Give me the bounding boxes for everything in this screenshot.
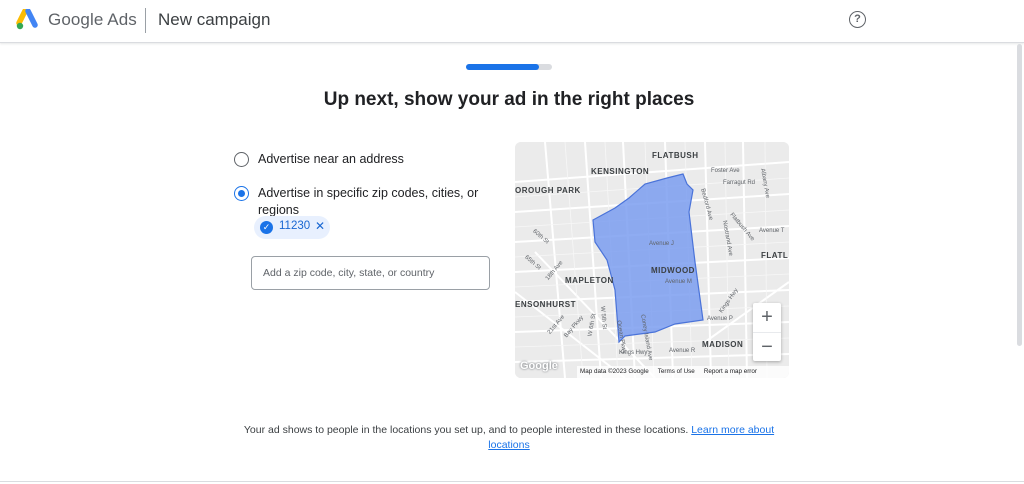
- location-search-input[interactable]: [251, 256, 490, 290]
- location-chip-label: 11230: [279, 220, 311, 232]
- map-label-mapleton: MAPLETON: [565, 276, 614, 285]
- option-label-specific-locations: Advertise in specific zip codes, cities,…: [258, 186, 479, 217]
- step-headline: Up next, show your ad in the right place…: [323, 89, 695, 110]
- map-label-borough-park: OROUGH PARK: [515, 186, 581, 195]
- street-avenue-r: Avenue R: [669, 348, 696, 354]
- top-bar: Google Ads New campaign ?: [0, 0, 1024, 43]
- close-icon[interactable]: ✕: [315, 219, 325, 233]
- map-report-error-link[interactable]: Report a map error: [704, 368, 757, 375]
- street-avenue-j: Avenue J: [649, 241, 674, 247]
- radio-near-address[interactable]: [234, 152, 249, 167]
- location-chip[interactable]: ✓ 11230 ✕: [254, 216, 330, 239]
- street-avenue-p: Avenue P: [707, 316, 733, 322]
- map-label-madison: MADISON: [702, 340, 744, 349]
- bottom-divider: [0, 481, 1024, 482]
- street-avenue-t: Avenue T: [759, 228, 785, 234]
- map-label-flatlands: FLATL: [761, 251, 789, 260]
- page-title: New campaign: [158, 10, 271, 29]
- map-terms-link[interactable]: Terms of Use: [658, 368, 695, 375]
- help-icon[interactable]: ?: [849, 11, 866, 28]
- map-data-credit: Map data ©2023 Google: [580, 368, 649, 375]
- header-divider: [145, 8, 146, 33]
- map-attribution: Map data ©2023 Google Terms of Use Report …: [577, 366, 789, 378]
- map-label-midwood: MIDWOOD: [651, 266, 695, 275]
- progress-bar: [466, 64, 552, 70]
- location-map[interactable]: FLATBUSH KENSINGTON OROUGH PARK MAPLETON…: [515, 142, 789, 378]
- map-canvas: [515, 142, 789, 378]
- map-zoom-controls: + −: [753, 303, 781, 361]
- map-label-flatbush: FLATBUSH: [652, 151, 699, 160]
- option-label-near-address: Advertise near an address: [258, 152, 404, 166]
- map-label-bensonhurst: ENSONHURST: [515, 300, 577, 309]
- google-map-logo: Google: [520, 360, 558, 372]
- zoom-in-button[interactable]: +: [753, 303, 781, 332]
- zoom-out-button[interactable]: −: [753, 332, 781, 361]
- brand-name: Google Ads: [48, 10, 137, 29]
- street-avenue-m: Avenue M: [665, 279, 692, 285]
- progress-fill: [466, 64, 540, 70]
- check-icon: ✓: [260, 221, 273, 234]
- footer-note: Your ad shows to people in the locations…: [240, 423, 778, 453]
- google-ads-logo-icon[interactable]: [16, 9, 40, 31]
- map-label-kensington: KENSINGTON: [591, 167, 650, 176]
- street-foster-ave: Foster Ave: [711, 168, 740, 174]
- street-farragut-rd: Farragut Rd: [723, 180, 756, 186]
- footer-text: Your ad shows to people in the locations…: [243, 424, 692, 436]
- radio-specific-locations[interactable]: [234, 186, 249, 201]
